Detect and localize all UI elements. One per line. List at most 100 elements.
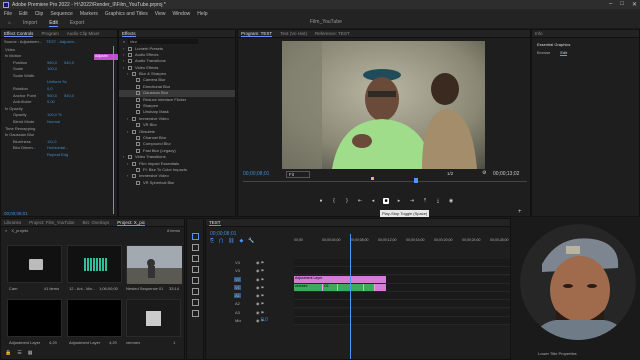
tab-text[interactable]: Text (Vo Hist) <box>280 31 307 36</box>
timeline-ruler[interactable]: 00;00 00;00;04;00 00;00;08;00 00;00;12;00 00… <box>294 234 510 244</box>
effects-search-input[interactable]: blur <box>128 38 199 44</box>
menu-item-clip[interactable]: Clip <box>35 11 44 17</box>
tab-reference[interactable]: Reference: TEST <box>315 31 350 36</box>
expand-arrow-icon[interactable]: › <box>123 65 124 70</box>
expand-arrow-icon[interactable]: › <box>123 52 124 57</box>
project-item[interactable] <box>126 245 182 284</box>
pen-tool-icon[interactable] <box>192 288 199 295</box>
track-label[interactable]: V3 <box>234 268 241 273</box>
program-playhead[interactable] <box>414 178 418 183</box>
v1-clip-d[interactable] <box>351 284 363 291</box>
nest-icon[interactable]: ⎘ <box>210 238 214 244</box>
ec-property-row[interactable]: Repeat Edg <box>1 152 117 159</box>
expand-arrow-icon[interactable]: › <box>123 58 124 63</box>
marker-add-icon[interactable]: ◆ <box>239 238 243 244</box>
expand-arrow-icon[interactable]: › <box>123 154 124 159</box>
track-label[interactable]: A2 <box>234 301 241 306</box>
lock-icon[interactable]: 🔒 <box>5 350 11 356</box>
ec-property-row[interactable]: Anti-flicker 0,00 <box>1 99 117 106</box>
menu-item-view[interactable]: View <box>155 11 166 17</box>
track-lane[interactable] <box>294 259 510 267</box>
track-header-v3[interactable]: V3 ◉ ⚑ <box>206 267 512 276</box>
expand-arrow-icon[interactable]: › <box>127 116 128 121</box>
ec-value[interactable]: 0,00 <box>47 99 55 104</box>
project-item[interactable] <box>126 299 181 337</box>
ec-property-row[interactable]: Opacity 100,0 % <box>1 112 117 119</box>
list-view-icon[interactable]: ☰ <box>17 350 21 356</box>
menu-item-edit[interactable]: Edit <box>19 11 28 17</box>
v1-clip-f[interactable] <box>375 284 386 291</box>
home-icon[interactable]: ⌂ <box>8 20 11 26</box>
ec-value[interactable]: Repeat Edg <box>47 152 68 157</box>
step-back-icon[interactable]: ◂ <box>370 198 376 204</box>
ec-property-row[interactable]: Position 960,0 540,0 <box>1 60 117 67</box>
track-label[interactable]: V2 <box>234 276 241 282</box>
mark-in-icon[interactable]: { <box>331 198 337 204</box>
slip-tool-icon[interactable] <box>192 277 199 284</box>
tab-program[interactable]: Program <box>41 31 58 36</box>
hand-tool-icon[interactable] <box>192 299 199 306</box>
v1-clip-b[interactable]: C6 <box>323 284 337 291</box>
linked-icon[interactable]: ⛓ <box>228 238 234 244</box>
v1-clip-c[interactable] <box>338 284 350 291</box>
expand-arrow-icon[interactable]: › <box>127 71 128 76</box>
extract-icon[interactable]: ⤓ <box>435 198 441 204</box>
ec-value[interactable]: 960,0 <box>47 93 57 98</box>
v1-clip-e[interactable] <box>364 284 374 291</box>
ec-property-row[interactable]: Rotation 0,0 <box>1 86 117 93</box>
timeline-timecode[interactable]: 00;00;08;01 <box>210 231 236 237</box>
expand-arrow-icon[interactable]: › <box>123 46 124 51</box>
export-frame-icon[interactable]: ◉ <box>448 198 454 204</box>
ec-property-row[interactable]: fx Gaussian Blur <box>1 132 117 139</box>
project-item[interactable] <box>7 299 62 337</box>
ec-value[interactable]: 960,0 <box>47 60 57 65</box>
track-toggle-icons[interactable]: ◉ ⚑ <box>256 310 264 315</box>
menu-item-markers[interactable]: Markers <box>80 11 98 17</box>
track-header-a1[interactable]: A1 ◉ ⚑ <box>206 292 512 301</box>
snap-icon[interactable]: ⋂ <box>219 238 223 244</box>
track-toggle-icons[interactable]: ◉ ⚑ <box>256 277 264 282</box>
ec-value[interactable]: Horizontal... <box>47 145 68 150</box>
ec-value[interactable]: 111,0 <box>47 139 56 144</box>
tab-info[interactable]: Info <box>535 31 543 36</box>
track-toggle-icons[interactable]: ◉ ⚑ <box>256 293 264 298</box>
track-header-mix[interactable]: Mix ◉ ⚑ <box>206 317 512 326</box>
track-label[interactable]: V1 <box>234 284 241 290</box>
track-label[interactable]: A3 <box>234 310 241 315</box>
track-lane[interactable] <box>294 308 510 317</box>
project-item[interactable] <box>7 245 62 283</box>
timeline-playhead[interactable] <box>350 234 351 359</box>
settings-icon[interactable]: 🔧 <box>248 238 254 244</box>
ec-property-row[interactable]: Blur Dimen... Horizontal... <box>1 145 117 152</box>
track-header-a3[interactable]: A3 ◉ ⚑ <box>206 308 512 317</box>
add-marker-icon[interactable]: ● <box>318 198 324 204</box>
menu-item-file[interactable]: File <box>4 11 12 17</box>
step-forward-icon[interactable]: ▸ <box>396 198 402 204</box>
tab-project-x[interactable]: Project: X_pic <box>117 220 145 226</box>
ec-property-row[interactable]: Anchor Point 960,0 540,0 <box>1 93 117 100</box>
track-toggle-icons[interactable]: ◉ ⚑ <box>256 268 264 273</box>
mix-value[interactable]: 0,0 <box>261 317 268 323</box>
type-tool-icon[interactable] <box>192 310 199 317</box>
ec-value-2[interactable]: 540,0 <box>64 60 74 65</box>
track-header-a2[interactable]: A2 ◉ ⚑ <box>206 300 512 309</box>
track-label[interactable]: V4 <box>234 260 241 265</box>
selection-tool-icon[interactable] <box>192 233 199 240</box>
ec-timecode[interactable]: 00;00;08;01 <box>4 211 28 216</box>
workspace-export[interactable]: Export <box>70 20 84 26</box>
ec-property-row[interactable]: Video <box>1 47 117 54</box>
razor-tool-icon[interactable] <box>192 266 199 273</box>
tab-project[interactable]: Project: Film_YouTube <box>29 220 74 225</box>
menu-item-window[interactable]: Window <box>172 11 190 17</box>
menu-item-sequence[interactable]: Sequence <box>50 11 73 17</box>
workspace-edit[interactable]: Edit <box>49 20 58 27</box>
expand-arrow-icon[interactable]: › <box>127 161 128 166</box>
icon-view-icon[interactable]: ▦ <box>28 350 33 356</box>
ec-value-2[interactable]: 540,0 <box>64 93 74 98</box>
track-lane[interactable] <box>294 267 510 276</box>
project-item[interactable] <box>67 299 122 337</box>
track-header-v4[interactable]: V4 ◉ ⚑ <box>206 259 512 267</box>
program-scrubber[interactable] <box>243 181 527 182</box>
ripple-edit-tool-icon[interactable] <box>192 255 199 262</box>
add-button-icon[interactable]: + <box>518 209 522 215</box>
